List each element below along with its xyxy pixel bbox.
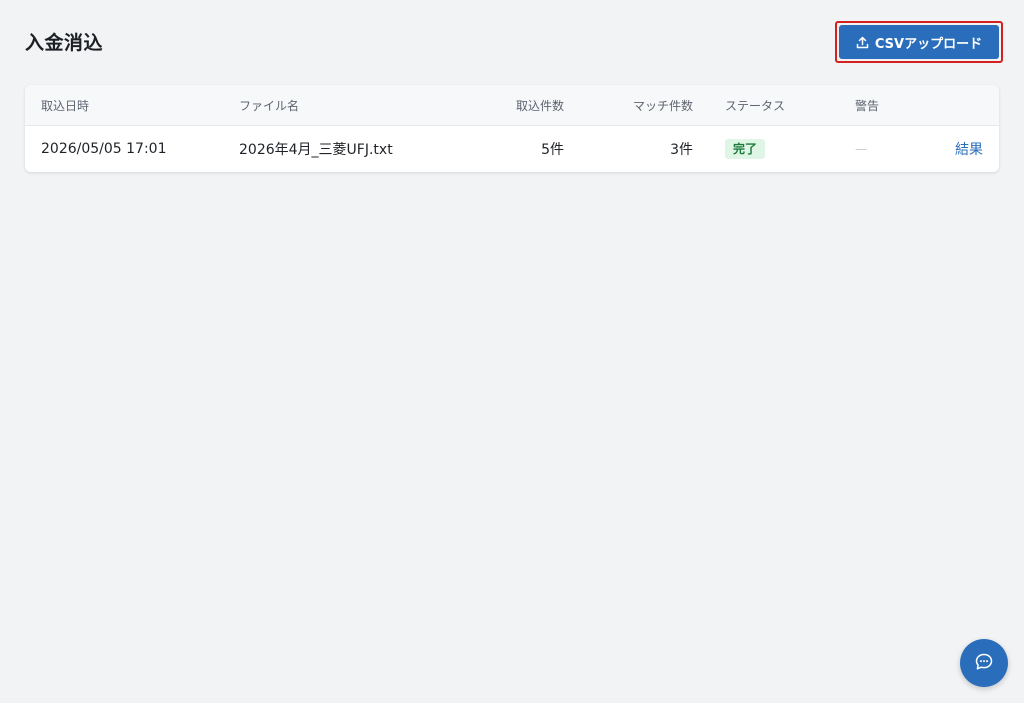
header-file-name: ファイル名: [239, 98, 300, 113]
row-status: 完了: [725, 126, 766, 172]
upload-icon: [856, 36, 869, 49]
header-import-count: 取込件数: [515, 98, 564, 113]
header-status: ステータス: [725, 98, 786, 113]
csv-upload-button[interactable]: CSVアップロード: [839, 25, 999, 59]
table-row: 2026/05/05 17:01 2026年4月_三菱UFJ.txt 5件 3件…: [25, 126, 999, 172]
row-warning: —: [855, 126, 867, 172]
result-link[interactable]: 結果: [955, 139, 983, 159]
status-badge: 完了: [725, 139, 766, 159]
csv-upload-label: CSVアップロード: [874, 36, 983, 52]
table-header: 取込日時 ファイル名 取込件数 マッチ件数 ステータス 警告: [25, 85, 999, 126]
row-import-date: 2026/05/05 17:01: [41, 141, 167, 157]
header-match-count: マッチ件数: [632, 98, 693, 113]
row-action: 結果: [955, 126, 983, 172]
header-import-date: 取込日時: [41, 98, 90, 113]
chat-bubble-icon: [974, 652, 994, 675]
chat-button[interactable]: [960, 639, 1008, 687]
row-file-name: 2026年4月_三菱UFJ.txt: [239, 142, 393, 158]
row-import-count: 5件: [541, 142, 564, 158]
header-warning: 警告: [855, 98, 880, 113]
page: 入金消込 CSVアップロード 取込日時 ファイル名 取込件数 マッチ件数 ステー…: [0, 0, 1024, 703]
warning-empty-dash: —: [855, 142, 867, 156]
row-match-count: 3件: [670, 142, 693, 158]
page-title: 入金消込: [25, 32, 104, 54]
import-history-table: 取込日時 ファイル名 取込件数 マッチ件数 ステータス 警告 2026/05/0…: [25, 85, 999, 172]
